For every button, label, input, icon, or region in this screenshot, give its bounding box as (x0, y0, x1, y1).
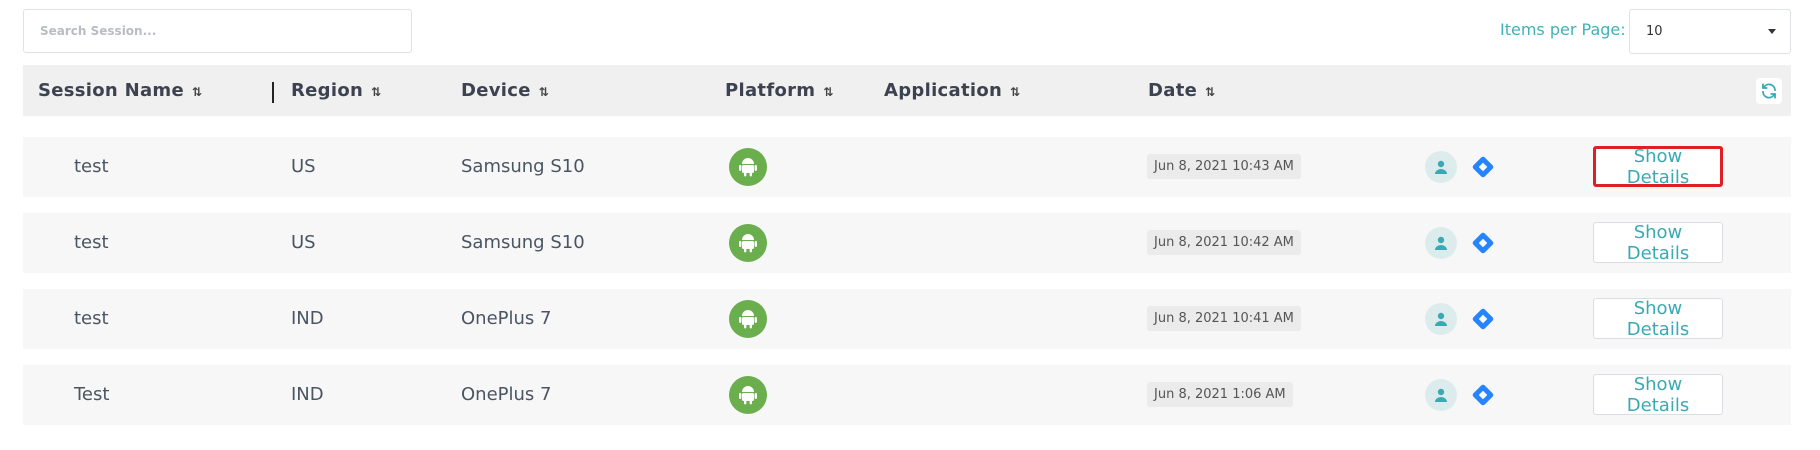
jira-icon[interactable] (1469, 381, 1497, 409)
user-icon[interactable] (1425, 303, 1457, 335)
jira-icon[interactable] (1469, 229, 1497, 257)
search-box[interactable] (23, 9, 412, 53)
table-row: test IND OnePlus 7 Jun 8, 2021 10:41 AM … (23, 289, 1791, 349)
user-icon[interactable] (1425, 379, 1457, 411)
region-cell: IND (291, 308, 324, 329)
device-cell: Samsung S10 (461, 232, 585, 253)
search-input[interactable] (24, 10, 411, 52)
android-icon (729, 148, 767, 186)
refresh-icon (1762, 83, 1776, 99)
sort-icon[interactable]: ⇅ (539, 85, 549, 99)
show-details-button[interactable]: Show Details (1593, 298, 1723, 340)
column-header-region[interactable]: Region ⇅ (291, 80, 381, 101)
sort-icon[interactable]: ⇅ (1205, 85, 1215, 99)
column-resize-handle[interactable] (272, 82, 274, 103)
session-name-cell: test (74, 156, 109, 177)
sort-icon[interactable]: ⇅ (192, 85, 202, 99)
column-header-session-name[interactable]: Session Name ⇅ (38, 80, 202, 101)
sort-icon[interactable]: ⇅ (371, 85, 381, 99)
device-cell: Samsung S10 (461, 156, 585, 177)
device-cell: OnePlus 7 (461, 384, 552, 405)
user-icon[interactable] (1425, 227, 1457, 259)
session-name-cell: test (74, 232, 109, 253)
table-row: test US Samsung S10 Jun 8, 2021 10:42 AM… (23, 213, 1791, 273)
sort-icon[interactable]: ⇅ (1010, 85, 1020, 99)
android-icon (729, 376, 767, 414)
table-row: Test IND OnePlus 7 Jun 8, 2021 1:06 AM S… (23, 365, 1791, 425)
refresh-button[interactable] (1756, 78, 1782, 104)
jira-icon[interactable] (1469, 153, 1497, 181)
region-cell: US (291, 156, 316, 177)
column-header-application[interactable]: Application ⇅ (884, 80, 1020, 101)
table-header: Session Name ⇅ Region ⇅ Device ⇅ Platform ⇅ … (23, 65, 1791, 116)
region-cell: US (291, 232, 316, 253)
date-badge: Jun 8, 2021 10:42 AM (1147, 230, 1301, 255)
android-icon (729, 300, 767, 338)
date-badge: Jun 8, 2021 10:43 AM (1147, 154, 1301, 179)
date-badge: Jun 8, 2021 10:41 AM (1147, 306, 1301, 331)
items-per-page-label: Items per Page: (1500, 20, 1626, 39)
session-name-cell: test (74, 308, 109, 329)
column-header-device[interactable]: Device ⇅ (461, 80, 549, 101)
jira-icon[interactable] (1469, 305, 1497, 333)
region-cell: IND (291, 384, 324, 405)
items-per-page-value: 10 (1646, 24, 1663, 39)
device-cell: OnePlus 7 (461, 308, 552, 329)
session-name-cell: Test (74, 384, 110, 405)
android-icon (729, 224, 767, 262)
show-details-button[interactable]: Show Details (1593, 374, 1723, 416)
show-details-button[interactable]: Show Details (1593, 222, 1723, 264)
column-header-platform[interactable]: Platform ⇅ (725, 80, 834, 101)
items-per-page-select[interactable]: 10 (1629, 9, 1791, 54)
column-header-date[interactable]: Date ⇅ (1148, 80, 1215, 101)
table-row: test US Samsung S10 Jun 8, 2021 10:43 AM… (23, 137, 1791, 197)
date-badge: Jun 8, 2021 1:06 AM (1147, 382, 1293, 407)
caret-down-icon (1768, 29, 1776, 34)
user-icon[interactable] (1425, 151, 1457, 183)
sort-icon[interactable]: ⇅ (823, 85, 833, 99)
show-details-button[interactable]: Show Details (1593, 146, 1723, 188)
